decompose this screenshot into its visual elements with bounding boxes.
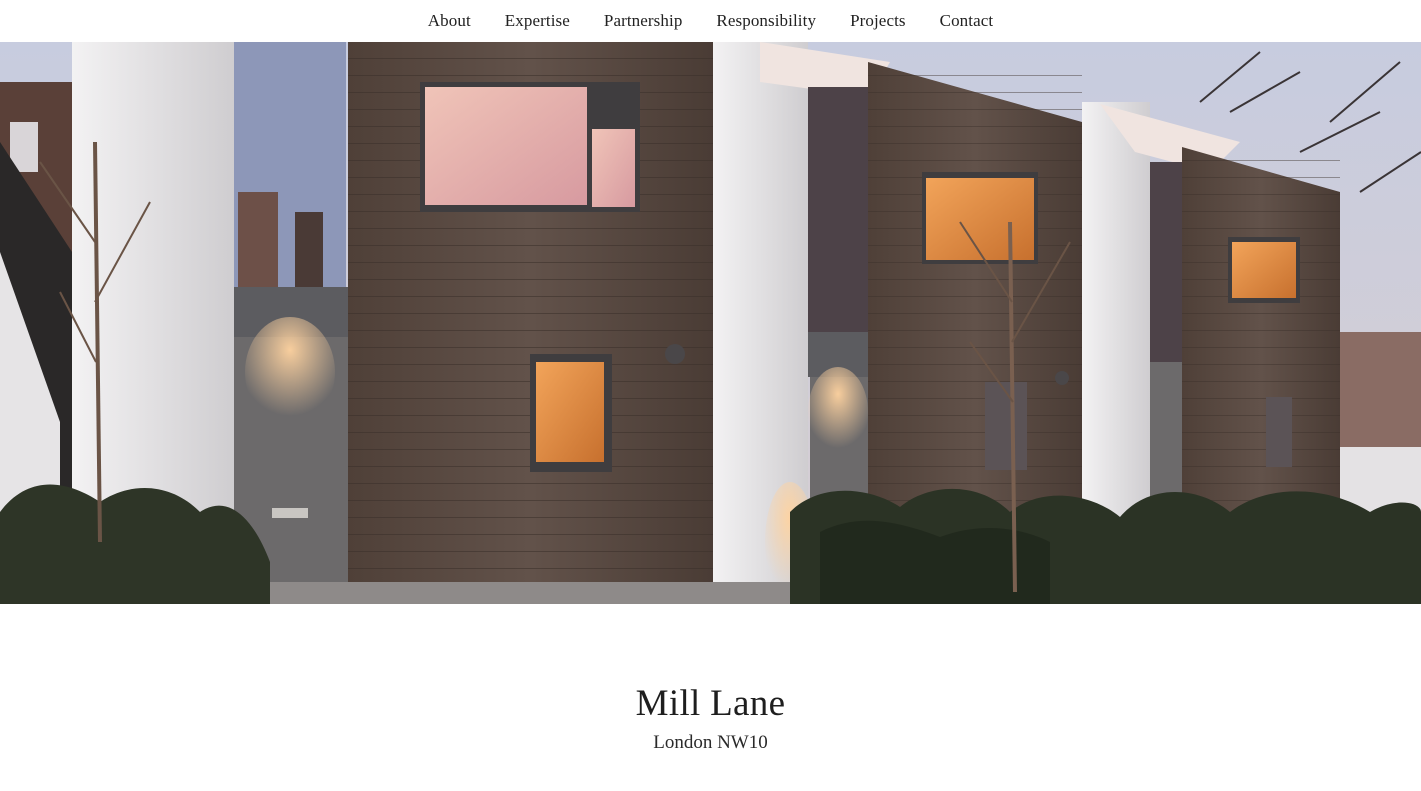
project-title: Mill Lane [635, 683, 786, 724]
project-location: London NW10 [653, 732, 768, 753]
nav-item-responsibility[interactable]: Responsibility [699, 0, 833, 42]
nav-item-projects[interactable]: Projects [833, 0, 923, 42]
nav-item-partnership[interactable]: Partnership [587, 0, 700, 42]
nav-item-about[interactable]: About [411, 0, 488, 42]
nav-item-expertise[interactable]: Expertise [488, 0, 587, 42]
house-facade-illustration [0, 42, 1421, 604]
project-caption: Mill Lane London NW10 [0, 680, 1421, 756]
main-navigation: About Expertise Partnership Responsibili… [0, 0, 1421, 42]
hero-image [0, 42, 1421, 604]
nav-item-contact[interactable]: Contact [923, 0, 1011, 42]
